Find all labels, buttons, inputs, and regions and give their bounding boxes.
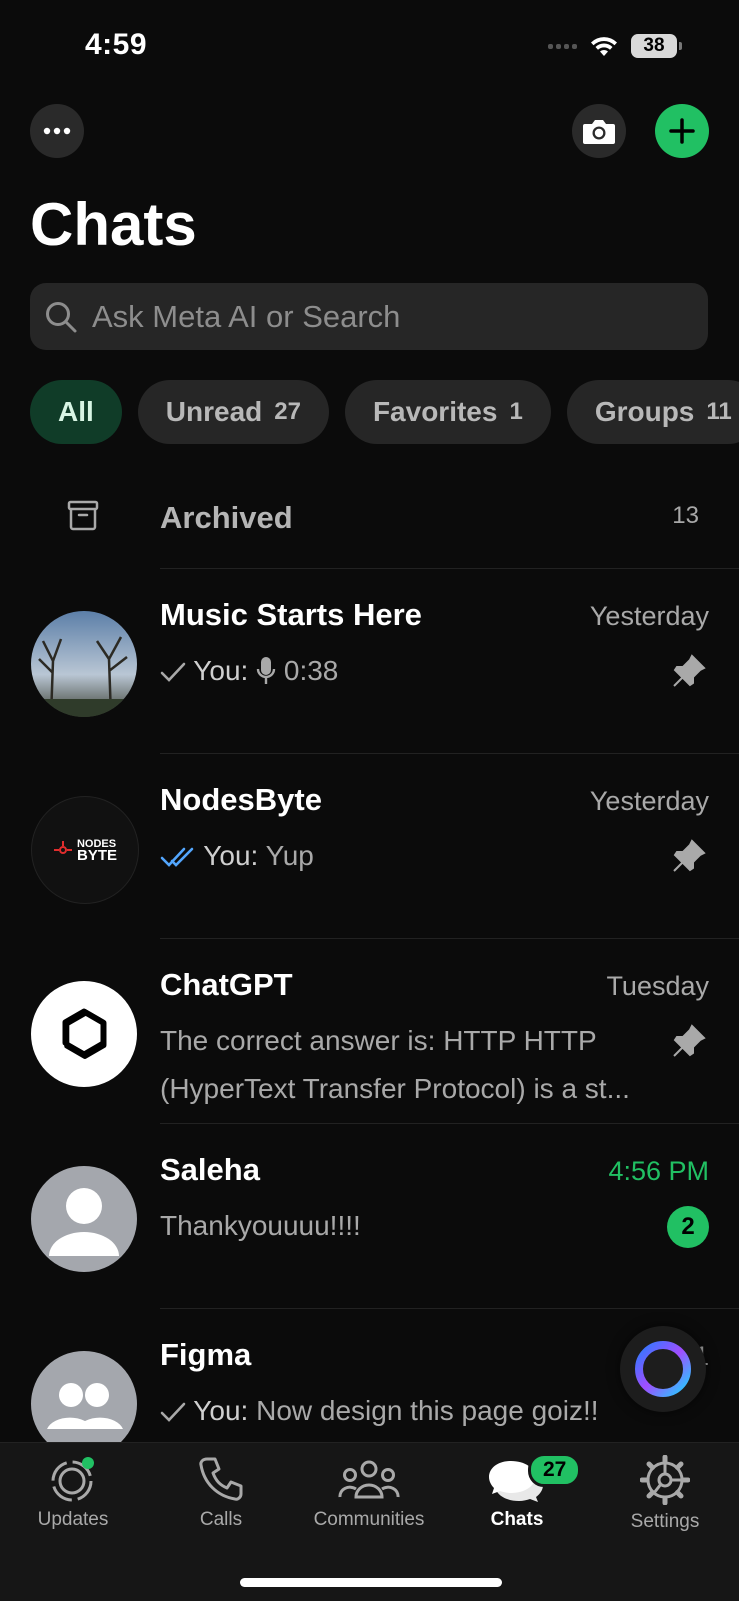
chat-row-saleha[interactable]: Saleha 4:56 PM Thankyouuuu!!!! 2 (0, 1124, 739, 1308)
avatar (31, 981, 137, 1087)
chat-time: Tuesday (606, 971, 709, 1001)
tab-label: Communities (313, 1509, 425, 1530)
archived-row[interactable]: Archived 13 (0, 480, 739, 568)
filter-unread-chip[interactable]: Unread 27 (137, 380, 329, 444)
chat-name: Saleha (160, 1152, 260, 1187)
chat-row-music-starts-here[interactable]: Music Starts Here Yesterday You: 0:38 (0, 569, 739, 753)
pin-icon (673, 839, 706, 872)
filter-groups-chip[interactable]: Groups 11 (566, 380, 739, 444)
more-icon (43, 127, 71, 135)
pin-icon (673, 1024, 706, 1057)
single-check-icon (160, 662, 186, 682)
chat-preview: You: Now design this page goiz!! (160, 1387, 680, 1435)
filter-all-chip[interactable]: All (30, 380, 122, 444)
single-check-icon (160, 1402, 186, 1422)
microphone-icon (256, 657, 276, 684)
preview-prefix: You: (193, 655, 249, 686)
status-time: 4:59 (85, 28, 148, 61)
chat-time: 4:56 PM (608, 1156, 709, 1186)
archive-icon (67, 500, 99, 531)
chat-time: Yesterday (589, 601, 709, 631)
search-placeholder: Ask Meta AI or Search (92, 298, 401, 334)
filter-chips: All Unread 27 Favorites 1 Groups 11 (30, 380, 739, 444)
chat-preview: The correct answer is: HTTP HTTP (HyperT… (160, 1025, 630, 1104)
home-indicator (240, 1578, 502, 1587)
search-bar[interactable]: Ask Meta AI or Search (30, 283, 708, 350)
status-icons: 38 (548, 34, 682, 58)
tab-communities[interactable]: Communities (304, 1455, 434, 1531)
camera-icon (583, 120, 615, 144)
unread-count-badge: 2 (667, 1206, 709, 1248)
wifi-icon (591, 37, 617, 56)
chat-name: NodesByte (160, 782, 322, 817)
chat-time: Yesterday (589, 786, 709, 816)
preview-text: 0:38 (283, 655, 339, 686)
avatar: NODES BYTE (31, 796, 139, 904)
preview-text: Now design this page goiz!! (256, 1395, 599, 1426)
meta-ai-icon (635, 1341, 691, 1397)
tab-updates[interactable]: Updates (8, 1455, 138, 1531)
communities-icon (338, 1460, 400, 1499)
openai-logo-icon (62, 1008, 107, 1059)
tab-label: Updates (37, 1509, 109, 1530)
avatar (31, 1166, 137, 1272)
chat-preview: You: Yup (160, 832, 640, 880)
phone-icon (199, 1457, 243, 1501)
chat-row-chatgpt[interactable]: ChatGPT Tuesday The correct answer is: H… (0, 939, 739, 1123)
chat-name: Figma (160, 1337, 252, 1372)
archived-label: Archived (160, 500, 293, 535)
filter-label: Groups (594, 396, 695, 427)
tab-chats[interactable]: Chats 27 (452, 1453, 582, 1531)
filter-label: Unread (165, 396, 263, 427)
filter-count: 11 (706, 398, 732, 425)
person-icon (49, 1188, 119, 1256)
new-chat-button[interactable] (655, 104, 709, 158)
tab-calls[interactable]: Calls (156, 1455, 286, 1531)
preview-prefix: You: (193, 1395, 249, 1426)
avatar-text: BYTE (76, 847, 117, 864)
filter-count: 1 (509, 398, 523, 425)
tab-settings[interactable]: Settings (600, 1455, 730, 1533)
more-options-button[interactable] (30, 104, 84, 158)
avatar (31, 611, 137, 717)
tab-label: Calls (199, 1509, 243, 1530)
tab-label: Chats (490, 1509, 544, 1530)
filter-count: 27 (274, 398, 301, 425)
nodes-logo-icon (53, 841, 72, 854)
gear-icon (640, 1455, 690, 1505)
preview-text: Yup (265, 840, 314, 871)
chats-unread-badge: 27 (528, 1453, 582, 1487)
double-check-icon (160, 847, 194, 867)
plus-icon (669, 118, 695, 144)
tab-label: Settings (630, 1511, 700, 1532)
archived-count: 13 (672, 502, 699, 529)
meta-ai-button[interactable] (620, 1326, 706, 1412)
chat-name: Music Starts Here (160, 597, 422, 632)
chat-preview: You: 0:38 (160, 647, 640, 695)
battery-indicator: 38 (631, 34, 682, 58)
chat-preview: Thankyouuuu!!!! (160, 1210, 361, 1241)
cellular-signal-icon (548, 43, 577, 49)
preview-prefix: You: (203, 840, 259, 871)
chat-name: ChatGPT (160, 967, 293, 1002)
pin-icon (673, 654, 706, 687)
camera-button[interactable] (572, 104, 626, 158)
search-icon (46, 301, 77, 332)
chat-row-nodesbyte[interactable]: NODES BYTE NodesByte Yesterday You: Yup (0, 754, 739, 938)
filter-label: Favorites (372, 396, 498, 427)
page-title: Chats (30, 191, 197, 258)
filter-favorites-chip[interactable]: Favorites 1 (344, 380, 551, 444)
filter-label: All (58, 396, 94, 427)
updates-icon (51, 1457, 94, 1502)
